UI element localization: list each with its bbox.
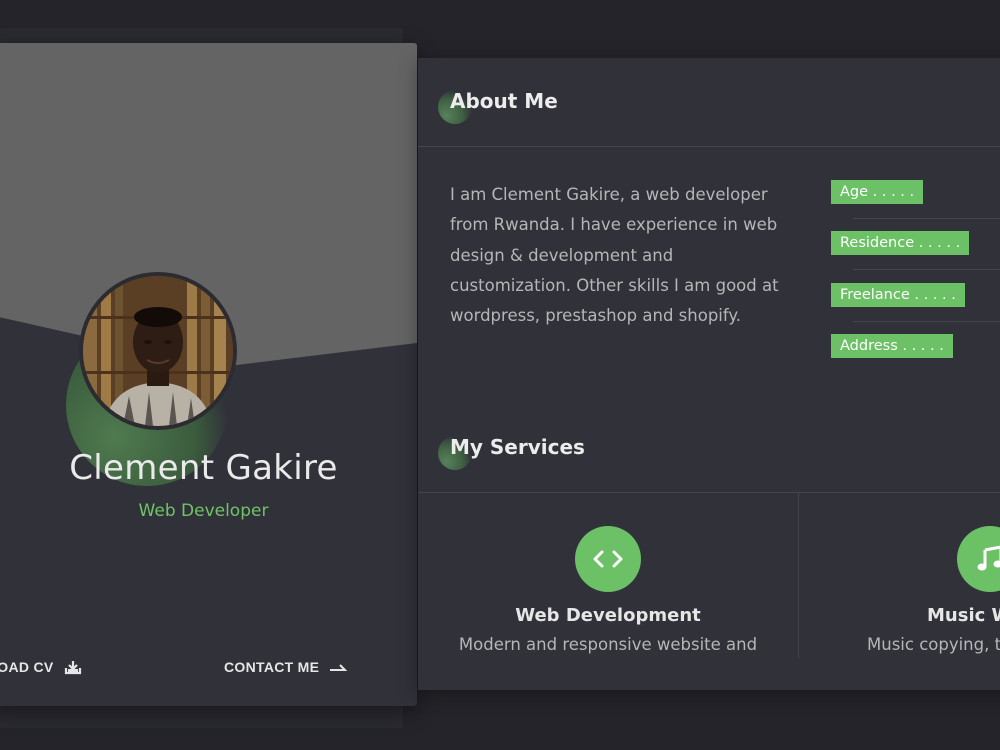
service-description: Modern and responsive website and	[458, 635, 758, 654]
info-row-divider	[853, 269, 1000, 271]
info-label-age: Age . . . . .	[831, 180, 924, 204]
info-row-freelance: Freelance . . . . .	[831, 282, 1000, 334]
about-divider	[418, 146, 1000, 147]
download-cv-button[interactable]: NLOAD CV	[0, 659, 82, 675]
about-text: I am Clement Gakire, a web developer fro…	[450, 185, 779, 326]
info-label-address: Address . . . . .	[831, 333, 953, 358]
page: Clement Gakire Web Developer NLOAD CV CO…	[0, 0, 1000, 750]
contact-me-button[interactable]: CONTACT ME	[224, 659, 348, 675]
code-icon	[575, 526, 641, 592]
profile-card: Clement Gakire Web Developer NLOAD CV CO…	[0, 43, 417, 706]
service-title: Web Development	[515, 605, 701, 626]
profile-name: Clement Gakire	[69, 448, 338, 488]
service-title: Music W	[927, 605, 1000, 626]
avatar-photo	[83, 276, 233, 426]
content-panel: About Me I am Clement Gakire, a web deve…	[418, 58, 1000, 690]
info-list: Age . . . . . Residence . . . . . Freela…	[831, 180, 1000, 385]
service-card-web-development[interactable]: Web Development Modern and responsive we…	[418, 493, 799, 658]
download-cv-label: NLOAD CV	[0, 659, 54, 675]
service-card-music[interactable]: Music W Music copying, t	[800, 493, 1000, 658]
info-row-age: Age . . . . .	[831, 180, 1000, 231]
contact-me-label: CONTACT ME	[224, 659, 320, 675]
about-title: About Me	[450, 89, 558, 113]
info-label-residence: Residence . . . . .	[831, 231, 970, 256]
info-row-residence: Residence . . . . .	[831, 231, 1000, 282]
info-label-freelance: Freelance . . . . .	[831, 282, 965, 307]
send-arrow-icon	[330, 664, 348, 671]
download-icon	[64, 661, 81, 675]
service-description: Music copying, t	[867, 635, 1000, 654]
profile-role: Web Developer	[138, 501, 269, 521]
services-title: My Services	[450, 435, 585, 459]
info-row-divider	[853, 218, 1000, 219]
info-row-address: Address . . . . .	[831, 333, 1000, 385]
info-row-divider	[853, 320, 1000, 322]
music-note-icon	[957, 526, 1000, 592]
avatar	[79, 272, 237, 430]
